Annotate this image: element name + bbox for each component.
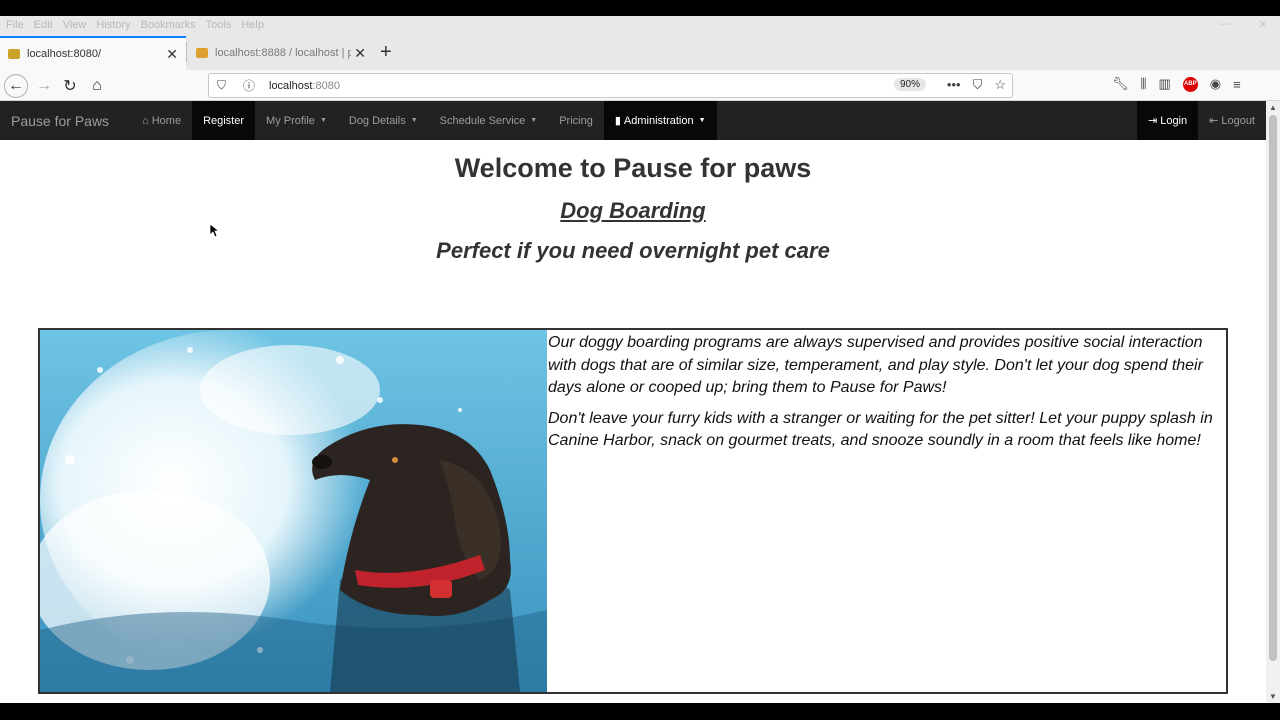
boarding-description: Our doggy boarding programs are always s… xyxy=(548,332,1220,461)
logout-icon: ⇤ xyxy=(1209,115,1219,127)
browser-toolbar: ← → ↻ ⌂ ⛉ ⓘ localhost:8080 90% ••• ⛉ ☆ 🔧… xyxy=(0,70,1280,101)
tab-title: localhost:8888 / localhost | php xyxy=(215,47,351,59)
nav-login[interactable]: ⇥ Login xyxy=(1136,101,1199,140)
nav-register[interactable]: Register xyxy=(192,101,256,140)
menu-edit[interactable]: Edit xyxy=(34,19,53,31)
caret-down-icon: ▼ xyxy=(410,117,418,124)
hamburger-menu-icon[interactable]: ≡ xyxy=(1233,77,1241,92)
tab-phpmyadmin[interactable]: localhost:8888 / localhost | php ✕ xyxy=(188,38,374,68)
nav-home-label: Home xyxy=(151,114,182,127)
tab-title: localhost:8080/ xyxy=(27,48,101,60)
menu-bookmarks[interactable]: Bookmarks xyxy=(141,19,196,31)
close-window-icon[interactable]: ✕ xyxy=(1259,18,1268,31)
scroll-up-icon[interactable]: ▲ xyxy=(1269,103,1277,112)
reload-icon[interactable]: ↻ xyxy=(58,74,82,98)
tab-divider xyxy=(186,42,187,62)
site-favicon-icon xyxy=(8,49,20,59)
nav-schedule-service-label: Schedule Service xyxy=(439,114,526,127)
description-paragraph-1: Our doggy boarding programs are always s… xyxy=(548,334,1203,396)
bookmark-star-icon[interactable]: ☆ xyxy=(994,77,1006,93)
page-actions-icon[interactable]: ••• xyxy=(947,77,961,93)
nav-my-profile[interactable]: My Profile ▼ xyxy=(255,101,338,140)
toolbar-right: 🔧︎ ⫼ ▥ ABP ◉ ≡ xyxy=(1112,76,1241,92)
nav-logout-label: Logout xyxy=(1221,114,1255,127)
scroll-down-icon[interactable]: ▼ xyxy=(1269,692,1277,701)
phpmyadmin-favicon-icon xyxy=(196,48,208,58)
nav-my-profile-label: My Profile xyxy=(266,114,315,127)
close-tab-icon[interactable]: ✕ xyxy=(354,45,366,62)
nav-right: ⇥ Login ⇤ Logout xyxy=(1136,101,1266,140)
nav-dog-details[interactable]: Dog Details ▼ xyxy=(338,101,429,140)
nav-pricing[interactable]: Pricing xyxy=(548,101,604,140)
dog-photo-illustration xyxy=(40,330,547,692)
browser-menubar: File Edit View History Bookmarks Tools H… xyxy=(0,16,1280,34)
menu-help[interactable]: Help xyxy=(241,19,264,31)
caret-down-icon: ▼ xyxy=(530,117,538,124)
nav-login-label: Login xyxy=(1160,114,1188,127)
pocket-icon[interactable]: ⛉ xyxy=(973,77,983,93)
shield-icon[interactable]: ⛉ xyxy=(217,78,235,93)
scrollbar-thumb[interactable] xyxy=(1269,115,1277,661)
nav-administration-label: Administration xyxy=(623,114,694,127)
nav-dog-details-label: Dog Details xyxy=(348,114,406,127)
page-scrollbar[interactable]: ▲ ▼ xyxy=(1266,101,1280,703)
library-icon[interactable]: ⫼ xyxy=(1141,76,1147,92)
menu-tools[interactable]: Tools xyxy=(206,19,232,31)
login-icon: ⇥ xyxy=(1147,115,1158,127)
tagline: Perfect if you need overnight pet care xyxy=(436,238,830,263)
site-navbar: Pause for Paws ⌂ Home Register My Profil… xyxy=(0,101,1266,140)
adblock-icon[interactable]: ABP xyxy=(1182,76,1198,92)
mouse-cursor-icon xyxy=(210,224,220,238)
back-arrow-icon[interactable]: ← xyxy=(4,74,28,98)
wrench-icon[interactable]: 🔧︎ xyxy=(1112,76,1129,92)
address-bar[interactable]: ⛉ ⓘ localhost:8080 90% ••• ⛉ ☆ xyxy=(208,73,1013,98)
account-icon[interactable]: ◉ xyxy=(1210,76,1221,92)
nav-logout[interactable]: ⇤ Logout xyxy=(1198,101,1266,140)
window-controls: — ✕ xyxy=(1220,18,1268,31)
nav-administration[interactable]: ▮ Administration ▼ xyxy=(603,101,717,140)
info-icon[interactable]: ⓘ xyxy=(243,77,261,94)
url-actions: ••• ⛉ ☆ xyxy=(947,77,1006,93)
screen-top-border xyxy=(0,0,1280,16)
menu-view[interactable]: View xyxy=(63,19,87,31)
dog-swimming-photo xyxy=(40,330,547,692)
section-subtitle: Dog Boarding xyxy=(560,198,706,223)
bar-chart-icon: ▮ xyxy=(614,115,621,127)
page-viewport: Pause for Paws ⌂ Home Register My Profil… xyxy=(0,101,1266,703)
menu-file[interactable]: File xyxy=(6,19,24,31)
close-tab-icon[interactable]: ✕ xyxy=(166,46,178,63)
home-icon[interactable]: ⌂ xyxy=(85,74,109,98)
sidebar-icon[interactable]: ▥ xyxy=(1159,76,1171,92)
url-text: localhost:8080 xyxy=(269,79,340,92)
menu-history[interactable]: History xyxy=(96,19,130,31)
description-paragraph-2: Don't leave your furry kids with a stran… xyxy=(548,409,1213,450)
forward-arrow-icon[interactable]: → xyxy=(32,74,56,98)
minimize-icon[interactable]: — xyxy=(1220,18,1231,31)
page-title: Welcome to Pause for paws xyxy=(454,153,812,183)
caret-down-icon: ▼ xyxy=(698,117,706,124)
nav-home[interactable]: ⌂ Home xyxy=(131,101,192,140)
tab-localhost-8080[interactable]: localhost:8080/ ✕ xyxy=(0,36,186,70)
boarding-feature-box: Our doggy boarding programs are always s… xyxy=(38,328,1228,694)
caret-down-icon: ▼ xyxy=(319,117,327,124)
brand-link[interactable]: Pause for Paws xyxy=(0,101,121,140)
new-tab-icon[interactable]: + xyxy=(380,42,392,62)
zoom-badge[interactable]: 90% xyxy=(894,78,927,91)
home-icon: ⌂ xyxy=(142,114,149,127)
screen-bottom-border xyxy=(0,703,1280,720)
nav-schedule-service[interactable]: Schedule Service ▼ xyxy=(429,101,549,140)
